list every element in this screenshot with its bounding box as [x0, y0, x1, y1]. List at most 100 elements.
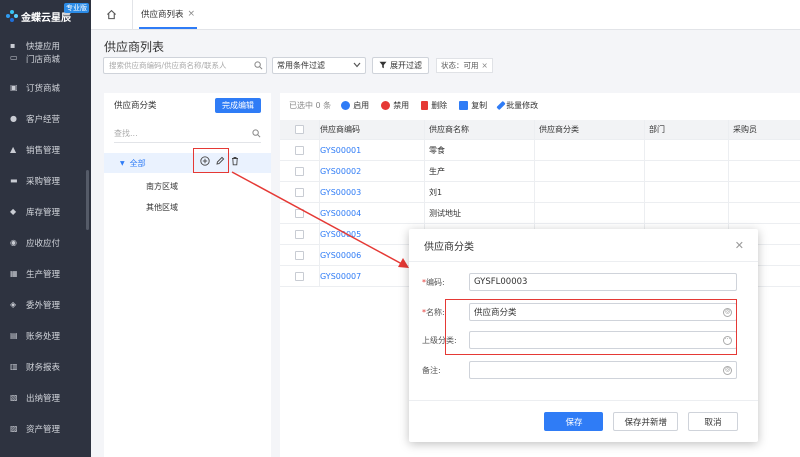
tree-node-child[interactable]: 其他区域 [104, 197, 271, 218]
row-select-cell[interactable] [280, 140, 320, 160]
cell-name: 生产 [425, 161, 535, 181]
row-checkbox[interactable] [295, 166, 304, 176]
close-icon[interactable]: ✕ [735, 239, 744, 252]
header-category[interactable]: 供应商分类 [535, 120, 645, 139]
select-all-cell[interactable] [280, 120, 320, 139]
close-tab-icon[interactable]: × [188, 9, 196, 19]
form-row-code: *编码: GYSFL00003 [409, 272, 737, 292]
tree-node-all[interactable]: ▼ 全部 [104, 153, 271, 173]
disable-button[interactable]: 禁用 [381, 100, 409, 111]
sidebar-item-label: 账务处理 [26, 331, 61, 342]
code-input[interactable]: GYSFL00003 [469, 273, 737, 291]
sidebar-menu: ▪ 快捷应用 ▭ 门店商城 ▣ 订货商城 ● 客户经营 ▲ 销售管理 ▬ 采购管理 ◆ 库存管理 ◉ 应收应付… [0, 38, 91, 444]
cell-code[interactable]: GYS00002 [320, 161, 425, 181]
batch-edit-button[interactable]: 批量修改 [496, 100, 538, 111]
row-checkbox[interactable] [295, 208, 304, 218]
home-tab[interactable] [91, 0, 133, 29]
sidebar-item-label: 出纳管理 [26, 393, 61, 404]
sidebar-item-12[interactable]: ▧ 出纳管理 [0, 382, 91, 413]
supplier-code-link[interactable]: GYS00001 [320, 146, 361, 155]
expand-filter-button[interactable]: 展开过滤 [372, 56, 429, 74]
sidebar-scrollbar[interactable] [86, 170, 89, 230]
tree-header: 供应商分类 完成编辑 [104, 93, 271, 117]
row-select-cell[interactable] [280, 161, 320, 181]
row-checkbox[interactable] [295, 250, 304, 260]
tree-node-child[interactable]: 南方区域 [104, 176, 271, 197]
sidebar-item-0[interactable]: ▪ 快捷应用 [0, 38, 91, 53]
language-icon[interactable]: ◎ [723, 365, 732, 375]
supplier-code-link[interactable]: GYS00007 [320, 272, 361, 281]
row-select-cell[interactable] [280, 245, 320, 265]
row-checkbox[interactable] [295, 271, 304, 281]
supplier-code-link[interactable]: GYS00002 [320, 167, 361, 176]
row-checkbox[interactable] [295, 229, 304, 239]
supplier-code-link[interactable]: GYS00004 [320, 209, 361, 218]
row-checkbox[interactable] [295, 187, 304, 197]
header-buyer[interactable]: 采购员 [729, 120, 800, 139]
supplier-code-link[interactable]: GYS00003 [320, 188, 361, 197]
sidebar-item-5[interactable]: ▬ 采购管理 [0, 165, 91, 196]
table-row[interactable]: GYS00001 零食 [280, 140, 800, 161]
sidebar-item-8[interactable]: ▦ 生产管理 [0, 258, 91, 289]
sidebar: 金蝶云星辰 专业版 ▪ 快捷应用 ▭ 门店商城 ▣ 订货商城 ● 客户经营 ▲ 销售管理 ▬ 采购管理… [0, 0, 91, 457]
supplier-search-input[interactable]: 搜索供应商编码/供应商名称/联系人 [103, 56, 267, 74]
supplier-code-link[interactable]: GYS00005 [320, 230, 361, 239]
sidebar-item-11[interactable]: ▥ 财务报表 [0, 351, 91, 382]
brand-logo[interactable]: 金蝶云星辰 专业版 [0, 0, 91, 32]
table-row[interactable]: GYS00003 刘1 [280, 182, 800, 203]
table-row[interactable]: GYS00004 测试地址 [280, 203, 800, 224]
enable-button[interactable]: 启用 [341, 100, 369, 111]
sidebar-item-6[interactable]: ◆ 库存管理 [0, 196, 91, 227]
sidebar-item-10[interactable]: ▤ 账务处理 [0, 320, 91, 351]
header-code[interactable]: 供应商编码 [320, 120, 425, 139]
funnel-icon [379, 61, 387, 69]
cell-code[interactable]: GYS00004 [320, 203, 425, 223]
save-and-new-button[interactable]: 保存并新增 [613, 412, 678, 431]
filter-select[interactable]: 常用条件过滤 [272, 56, 366, 74]
money-icon: ◉ [10, 237, 17, 247]
sidebar-item-3[interactable]: ● 客户经营 [0, 103, 91, 134]
pencil-icon [496, 100, 506, 110]
trash-icon [421, 100, 429, 110]
row-select-cell[interactable] [280, 182, 320, 202]
row-select-cell[interactable] [280, 224, 320, 244]
status-filter-chip[interactable]: 状态：可用 × [436, 57, 493, 73]
cell-department [645, 161, 729, 181]
dialog-header: 供应商分类 ✕ [409, 229, 758, 262]
search-icon[interactable] [252, 129, 261, 138]
row-select-cell[interactable] [280, 203, 320, 223]
ledger-icon: ▤ [10, 330, 18, 340]
bag-icon: ▣ [10, 82, 18, 92]
sidebar-item-4[interactable]: ▲ 销售管理 [0, 134, 91, 165]
trash-icon[interactable] [230, 156, 240, 166]
sidebar-item-9[interactable]: ◈ 委外管理 [0, 289, 91, 320]
remark-input[interactable]: ◎ [469, 361, 737, 379]
sidebar-item-label: 委外管理 [26, 300, 61, 311]
header-department[interactable]: 部门 [645, 120, 729, 139]
select-all-checkbox[interactable] [295, 125, 304, 134]
remove-chip-icon[interactable]: × [482, 61, 488, 70]
header-name[interactable]: 供应商名称 [425, 120, 535, 139]
save-button[interactable]: 保存 [544, 412, 604, 431]
tab-supplier-list[interactable]: 供应商列表 × [133, 0, 203, 29]
cancel-button[interactable]: 取消 [688, 412, 738, 431]
copy-button[interactable]: 复制 [459, 100, 487, 111]
sidebar-item-2[interactable]: ▣ 订货商城 [0, 72, 91, 103]
finish-edit-button[interactable]: 完成编辑 [215, 97, 261, 113]
sidebar-item-label: 资产管理 [26, 424, 61, 435]
table-row[interactable]: GYS00002 生产 [280, 161, 800, 182]
delete-button[interactable]: 删除 [421, 100, 447, 111]
supplier-code-link[interactable]: GYS00006 [320, 251, 361, 260]
search-icon[interactable] [254, 60, 263, 70]
caret-down-icon[interactable]: ▼ [120, 160, 125, 167]
sidebar-item-label: 库存管理 [26, 207, 61, 218]
sidebar-item-7[interactable]: ◉ 应收应付 [0, 227, 91, 258]
cell-code[interactable]: GYS00001 [320, 140, 425, 160]
row-select-cell[interactable] [280, 266, 320, 286]
enable-label: 启用 [353, 100, 370, 110]
sidebar-item-1[interactable]: ▭ 门店商城 [0, 53, 91, 72]
tree-search-input[interactable]: 查找... [114, 125, 261, 143]
cell-code[interactable]: GYS00003 [320, 182, 425, 202]
row-checkbox[interactable] [295, 145, 304, 155]
sidebar-item-13[interactable]: ▨ 资产管理 [0, 413, 91, 444]
